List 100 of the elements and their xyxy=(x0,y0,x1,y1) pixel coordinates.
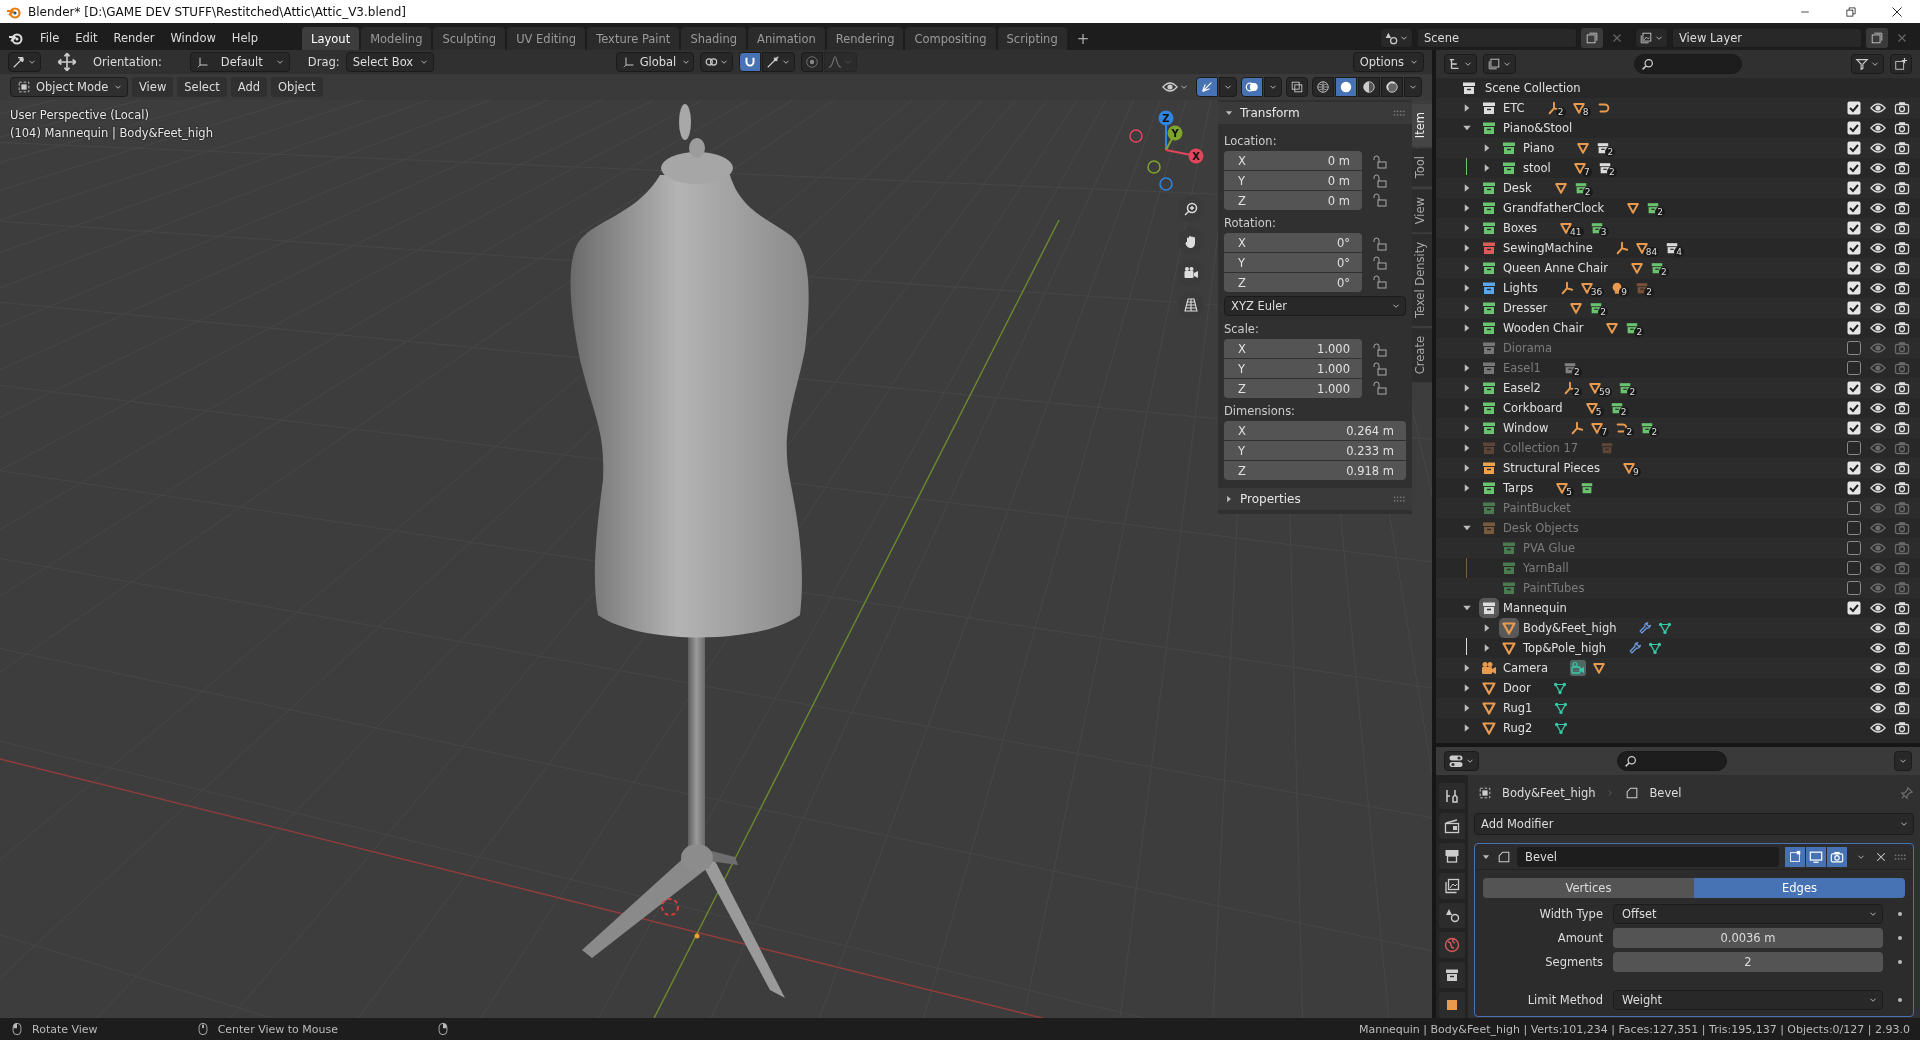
number-field[interactable]: Y 0.233 m xyxy=(1224,441,1406,460)
camera-icon[interactable] xyxy=(1894,460,1910,476)
outliner-row[interactable]: Piano 2 xyxy=(1436,138,1920,158)
eye-icon[interactable] xyxy=(1870,100,1886,116)
menu-item[interactable]: Select xyxy=(177,77,227,97)
checkbox[interactable] xyxy=(1846,340,1862,356)
outliner-row[interactable]: Body&Feet_high xyxy=(1436,618,1920,638)
workspace-tab[interactable]: Scripting xyxy=(997,27,1067,50)
scene-name-field[interactable]: Scene xyxy=(1417,28,1577,48)
checkbox[interactable] xyxy=(1846,520,1862,536)
number-field[interactable]: Y 0 m xyxy=(1224,171,1362,190)
outliner-row[interactable]: SewingMachine 84 4 xyxy=(1436,238,1920,258)
eye-icon[interactable] xyxy=(1870,180,1886,196)
number-field[interactable]: Z 0° xyxy=(1224,273,1362,292)
eye-icon[interactable] xyxy=(1870,380,1886,396)
eye-icon[interactable] xyxy=(1870,720,1886,736)
outliner-row[interactable]: Top&Pole_high xyxy=(1436,638,1920,658)
outliner-row[interactable]: Desk 2 xyxy=(1436,178,1920,198)
dropdown[interactable]: Weight xyxy=(1613,990,1883,1010)
eye-icon[interactable] xyxy=(1870,300,1886,316)
camera-icon[interactable] xyxy=(1570,660,1587,676)
eye-icon[interactable] xyxy=(1870,600,1886,616)
shading-mode-button[interactable] xyxy=(1381,77,1403,97)
checkbox[interactable] xyxy=(1846,460,1862,476)
outliner-row[interactable]: ETC 2 8 xyxy=(1436,98,1920,118)
lock-icon[interactable] xyxy=(1372,191,1388,208)
viewport-toggle[interactable] xyxy=(1806,846,1826,867)
wrench-icon[interactable] xyxy=(1628,641,1643,655)
sidebar-tab[interactable]: Create xyxy=(1412,327,1432,383)
proportional-editing-toggle[interactable] xyxy=(800,52,823,72)
outliner-row[interactable]: Dresser 2 xyxy=(1436,298,1920,318)
camera-icon[interactable] xyxy=(1894,180,1910,196)
outliner-row[interactable]: Rug2 xyxy=(1436,718,1920,738)
camera-icon[interactable] xyxy=(1894,600,1910,616)
camera-icon[interactable] xyxy=(1894,720,1910,736)
properties-tab[interactable] xyxy=(1439,872,1465,899)
options-dropdown[interactable]: Options xyxy=(1352,52,1424,72)
checkbox[interactable] xyxy=(1846,140,1862,156)
outliner-row[interactable]: Queen Anne Chair 2 xyxy=(1436,258,1920,278)
checkbox[interactable] xyxy=(1846,560,1862,576)
eye-icon[interactable] xyxy=(1870,220,1886,236)
add-workspace-button[interactable]: + xyxy=(1068,27,1098,50)
menu-item[interactable]: Help xyxy=(223,26,267,50)
properties-tab[interactable] xyxy=(1439,962,1465,989)
render-toggle[interactable] xyxy=(1827,846,1847,867)
pin-icon[interactable] xyxy=(1900,786,1914,800)
shading-mode-button[interactable] xyxy=(1312,77,1334,97)
eye-icon[interactable] xyxy=(1870,640,1886,656)
number-field[interactable]: X 0° xyxy=(1224,233,1362,252)
camera-icon[interactable] xyxy=(1894,120,1910,136)
camera-icon[interactable] xyxy=(1894,700,1910,716)
axis-handle[interactable] xyxy=(1129,129,1143,143)
drag-dropdown[interactable]: Select Box xyxy=(345,52,434,72)
keyframe-dot[interactable] xyxy=(1898,936,1902,940)
outliner-row[interactable]: Mannequin xyxy=(1436,598,1920,618)
checkbox[interactable] xyxy=(1846,100,1862,116)
menu-item[interactable]: File xyxy=(32,26,68,50)
workspace-tab[interactable]: UV Editing xyxy=(507,27,586,50)
outliner-row[interactable]: Rug1 xyxy=(1436,698,1920,718)
outliner-row[interactable]: Desk Objects xyxy=(1436,518,1920,538)
camera-icon[interactable] xyxy=(1894,160,1910,176)
axis-handle[interactable]: X xyxy=(1165,148,1204,164)
filter-button[interactable] xyxy=(1851,54,1884,74)
view-layer-field[interactable]: View Layer xyxy=(1672,28,1862,48)
keyframe-dot[interactable] xyxy=(1898,998,1902,1002)
properties-tab[interactable] xyxy=(1439,812,1465,839)
lock-icon[interactable] xyxy=(1372,235,1388,252)
outliner-row[interactable]: Piano&Stool xyxy=(1436,118,1920,138)
checkbox[interactable] xyxy=(1846,280,1862,296)
camera-icon[interactable] xyxy=(1894,660,1910,676)
checkbox[interactable] xyxy=(1846,360,1862,376)
camera-icon[interactable] xyxy=(1894,420,1910,436)
properties-tab[interactable] xyxy=(1439,842,1465,869)
segment-button[interactable]: Vertices xyxy=(1483,878,1694,898)
navigation-gizmo[interactable]: Z Y X xyxy=(1126,108,1206,192)
outliner-row[interactable]: Wooden Chair 2 xyxy=(1436,318,1920,338)
camera-icon[interactable] xyxy=(1894,320,1910,336)
checkbox[interactable] xyxy=(1846,440,1862,456)
outliner-row[interactable]: Window 7 2 2 xyxy=(1436,418,1920,438)
workspace-tab[interactable]: Shading xyxy=(681,27,747,50)
checkbox[interactable] xyxy=(1846,540,1862,556)
eye-icon[interactable] xyxy=(1870,260,1886,276)
workspace-tab[interactable]: Compositing xyxy=(905,27,996,50)
menu-item[interactable]: Object xyxy=(271,77,323,97)
checkbox[interactable] xyxy=(1846,320,1862,336)
outliner-row[interactable]: Easel2 2 59 2 xyxy=(1436,378,1920,398)
properties-tab[interactable] xyxy=(1439,902,1465,929)
eye-icon[interactable] xyxy=(1870,400,1886,416)
lock-icon[interactable] xyxy=(1372,153,1388,170)
eye-icon[interactable] xyxy=(1870,160,1886,176)
dropdown[interactable]: Offset xyxy=(1613,904,1883,924)
camera-icon[interactable] xyxy=(1894,140,1910,156)
lock-icon[interactable] xyxy=(1372,273,1388,290)
sidebar-tab[interactable]: View xyxy=(1412,188,1432,232)
checkbox[interactable] xyxy=(1846,180,1862,196)
scene-type-button[interactable] xyxy=(1380,28,1413,48)
add-modifier-dropdown[interactable]: Add Modifier xyxy=(1474,813,1914,835)
camera-icon[interactable] xyxy=(1894,680,1910,696)
number-field[interactable]: Y 0° xyxy=(1224,253,1362,272)
shading-mode-button[interactable] xyxy=(1358,77,1380,97)
